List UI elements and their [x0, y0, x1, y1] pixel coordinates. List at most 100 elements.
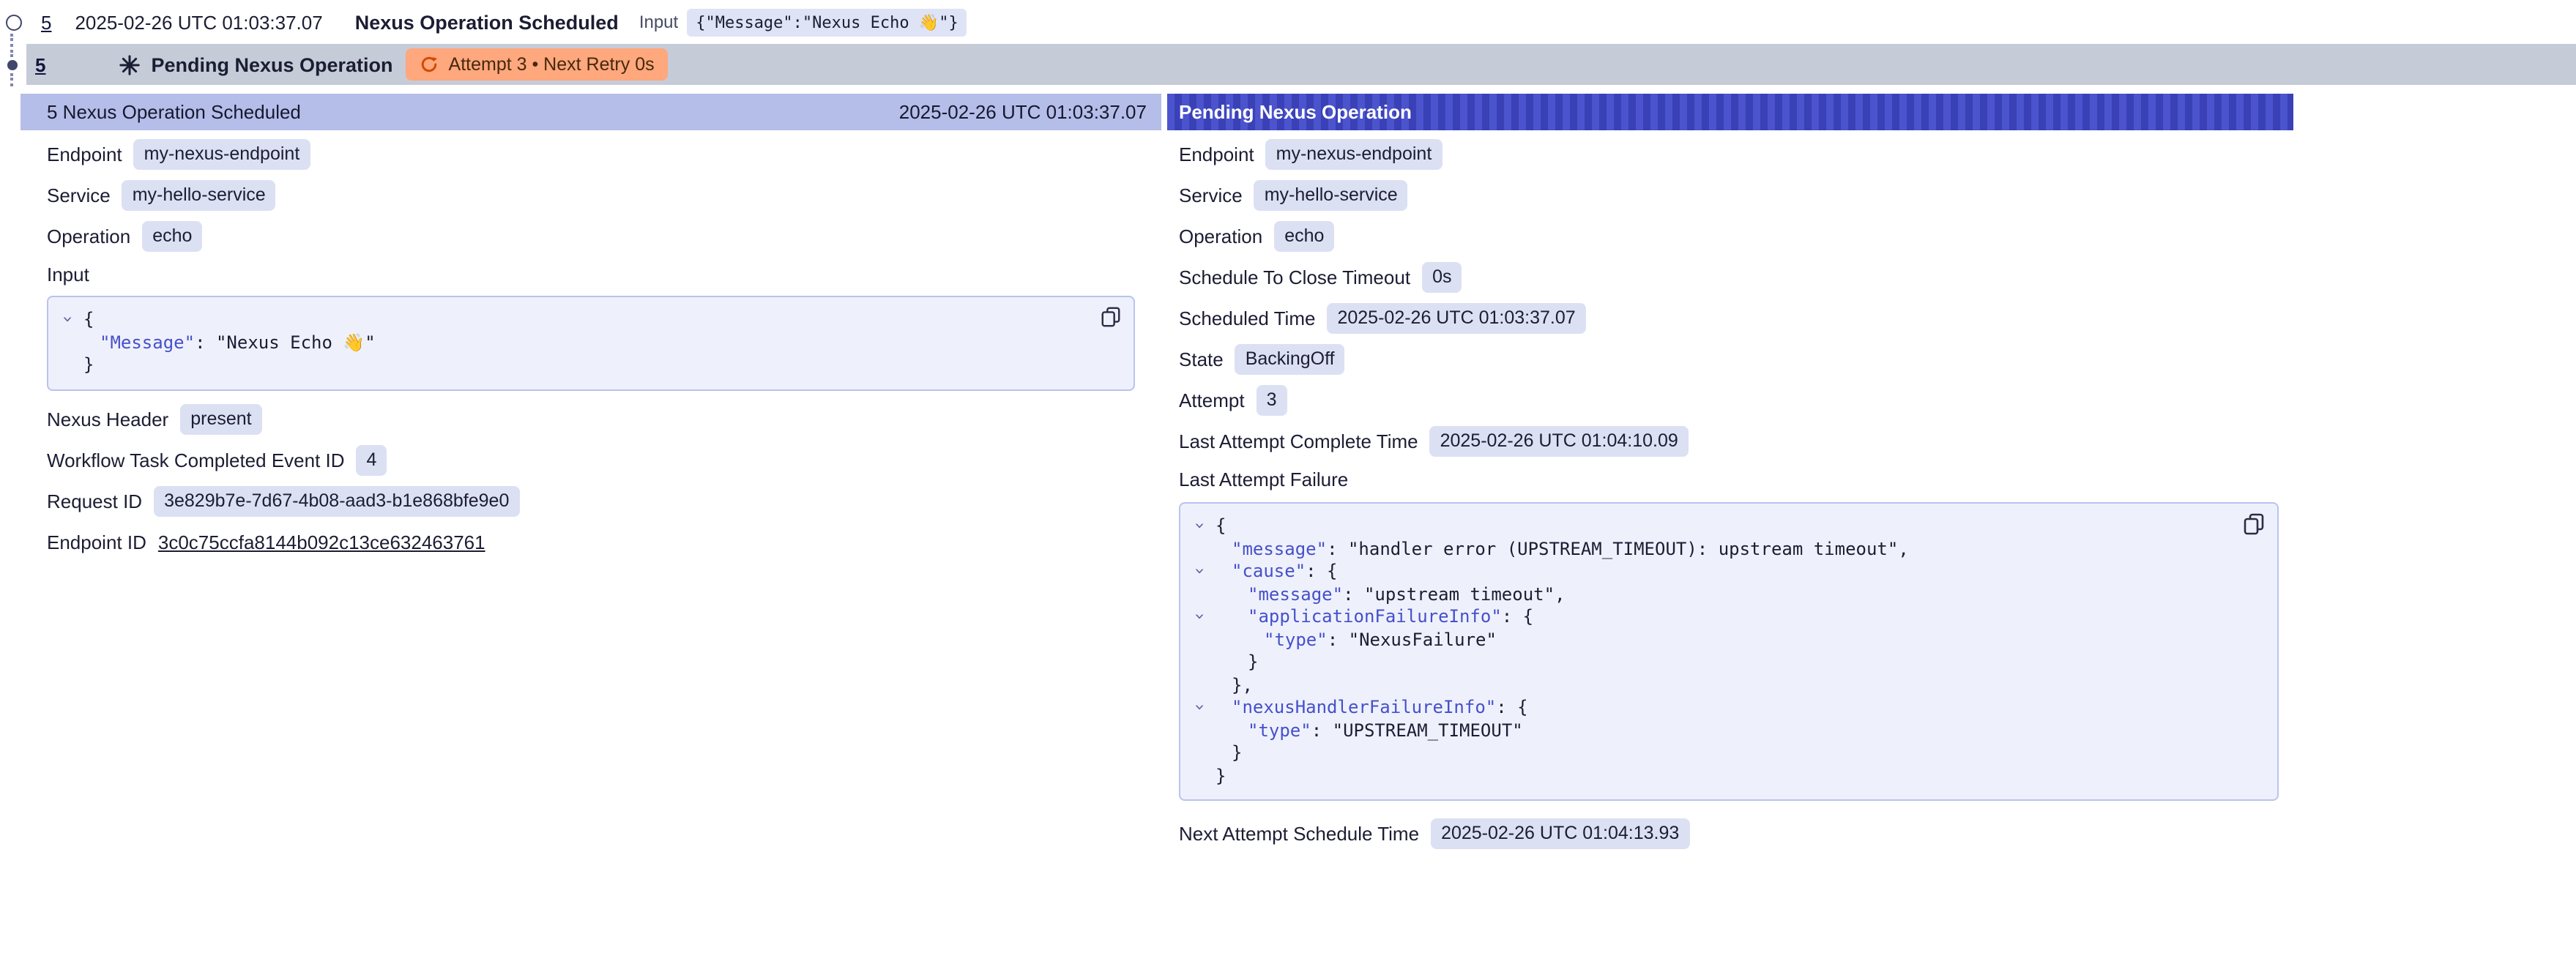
- timeline-current-dot-icon: [7, 60, 18, 70]
- field-row-attempt: Attempt 3: [1179, 379, 2279, 420]
- event-panel-header: 5 Nexus Operation Scheduled 2025-02-26 U…: [21, 94, 1161, 130]
- retry-badge-text: Attempt 3 • Next Retry 0s: [449, 54, 655, 75]
- refresh-icon: [420, 54, 440, 75]
- timeline-connector-line: [10, 73, 13, 86]
- code-line: "message": "upstream timeout",: [1186, 583, 2219, 606]
- pending-asterisk-icon: [119, 53, 141, 75]
- collapse-chevron-icon[interactable]: ›: [60, 314, 78, 324]
- field-value-chip: 2025-02-26 UTC 01:04:13.93: [1431, 818, 1689, 848]
- event-panel-time: 2025-02-26 UTC 01:03:37.07: [899, 101, 1147, 123]
- field-value-chip: 0s: [1422, 261, 1462, 292]
- field-label: Scheduled Time: [1179, 307, 1315, 329]
- code-gutter: [1186, 765, 1216, 788]
- field-label: Attempt: [1179, 389, 1245, 411]
- copy-button[interactable]: [1100, 306, 1122, 328]
- code-line: ›"applicationFailureInfo": {: [1186, 606, 2219, 629]
- field-row-endpoint: Endpoint my-nexus-endpoint: [1179, 133, 2279, 174]
- field-label: State: [1179, 348, 1224, 370]
- field-label: Last Attempt Complete Time: [1179, 430, 1418, 452]
- copy-button[interactable]: [2242, 512, 2266, 536]
- collapse-chevron-icon[interactable]: ›: [1192, 702, 1210, 712]
- code-gutter: [1186, 629, 1216, 651]
- field-label: Service: [1179, 184, 1243, 206]
- failure-json-block: ›{"message": "handler error (UPSTREAM_TI…: [1179, 502, 2279, 801]
- code-line: },: [1186, 674, 2219, 697]
- code-line: "message": "handler error (UPSTREAM_TIME…: [1186, 538, 2219, 561]
- timeline-node-circle-icon: [6, 15, 22, 31]
- event-id-link[interactable]: 5: [41, 11, 51, 33]
- field-value-chip: my-nexus-endpoint: [1266, 138, 1443, 169]
- field-value-chip: 2025-02-26 UTC 01:03:37.07: [1327, 302, 1585, 333]
- code-line: "type": "NexusFailure": [1186, 629, 2219, 651]
- temporal-event-history-view: 5 2025-02-26 UTC 01:03:37.07 Nexus Opera…: [0, 0, 2576, 956]
- retry-badge: Attempt 3 • Next Retry 0s: [406, 48, 668, 81]
- code-gutter: [54, 332, 83, 354]
- code-line: ›"cause": {: [1186, 561, 2219, 583]
- collapse-chevron-icon[interactable]: ›: [1192, 611, 1210, 621]
- code-line: }: [1186, 742, 2219, 765]
- field-row-wft-completed-event-id: Workflow Task Completed Event ID 4: [47, 440, 1135, 481]
- event-panel-title: 5 Nexus Operation Scheduled: [47, 101, 301, 123]
- field-row-state: State BackingOff: [1179, 338, 2279, 379]
- code-line: "Message": "Nexus Echo 👋": [54, 332, 1075, 354]
- code-gutter: [1186, 583, 1216, 606]
- field-value-chip: present: [180, 404, 261, 435]
- field-row-operation: Operation echo: [47, 215, 1135, 256]
- collapse-chevron-icon[interactable]: ›: [1192, 566, 1210, 576]
- field-label: Endpoint: [1179, 143, 1254, 165]
- code-gutter: [1186, 651, 1216, 674]
- field-row-nexus-header: Nexus Header present: [47, 399, 1135, 440]
- copy-icon: [2242, 512, 2266, 536]
- code-gutter: [54, 354, 83, 377]
- code-line: ›{: [54, 309, 1075, 332]
- field-value-chip: echo: [142, 220, 202, 251]
- field-row-endpoint: Endpoint my-nexus-endpoint: [47, 133, 1135, 174]
- event-title: Nexus Operation Scheduled: [355, 11, 619, 33]
- field-value-chip: echo: [1274, 220, 1334, 251]
- field-value-chip: 2025-02-26 UTC 01:04:10.09: [1430, 425, 1689, 456]
- field-value-chip: BackingOff: [1235, 343, 1345, 374]
- pending-operation-row[interactable]: 5 Pending Nexus Operation Attempt 3 • Ne…: [26, 44, 2576, 85]
- pending-panel-body: Endpoint my-nexus-endpoint Service my-he…: [1167, 130, 2293, 854]
- input-section-label: Input: [47, 256, 1135, 291]
- field-row-last-attempt-complete-time: Last Attempt Complete Time 2025-02-26 UT…: [1179, 420, 2279, 461]
- code-gutter: [1186, 674, 1216, 697]
- field-label: Endpoint: [47, 143, 122, 165]
- code-line: }: [54, 354, 1075, 377]
- code-gutter: [1186, 742, 1216, 765]
- failure-section-label: Last Attempt Failure: [1179, 461, 2279, 496]
- event-panel-body: Endpoint my-nexus-endpoint Service my-he…: [21, 130, 1161, 563]
- field-value-chip: 3e829b7e-7d67-4b08-aad3-b1e868bfe9e0: [154, 486, 519, 517]
- input-preview-chip[interactable]: {"Message":"Nexus Echo 👋"}: [687, 8, 967, 36]
- event-id-link[interactable]: 5: [35, 53, 45, 75]
- event-timestamp: 2025-02-26 UTC 01:03:37.07: [75, 11, 322, 33]
- pending-panel-title: Pending Nexus Operation: [1179, 101, 1412, 123]
- history-event-row[interactable]: 5 2025-02-26 UTC 01:03:37.07 Nexus Opera…: [0, 0, 2576, 44]
- field-label: Request ID: [47, 490, 142, 512]
- pending-operation-panel: Pending Nexus Operation Endpoint my-nexu…: [1167, 94, 2293, 854]
- field-row-schedule-to-close-timeout: Schedule To Close Timeout 0s: [1179, 256, 2279, 297]
- code-line: ›"nexusHandlerFailureInfo": {: [1186, 697, 2219, 720]
- field-row-next-attempt-schedule-time: Next Attempt Schedule Time 2025-02-26 UT…: [1179, 813, 2279, 854]
- input-json-block: ›{"Message": "Nexus Echo 👋"}: [47, 296, 1135, 390]
- field-value-chip: my-hello-service: [1254, 179, 1408, 210]
- code-line: }: [1186, 651, 2219, 674]
- field-value-chip: 3: [1257, 384, 1287, 415]
- field-value-chip: 4: [357, 445, 387, 476]
- timeline-connector-line: [10, 34, 13, 57]
- field-row-service: Service my-hello-service: [47, 174, 1135, 215]
- endpoint-id-link[interactable]: 3c0c75ccfa8144b092c13ce632463761: [158, 531, 485, 553]
- field-row-scheduled-time: Scheduled Time 2025-02-26 UTC 01:03:37.0…: [1179, 297, 2279, 338]
- field-value-chip: my-hello-service: [122, 179, 276, 210]
- field-label: Service: [47, 184, 111, 206]
- field-label: Next Attempt Schedule Time: [1179, 822, 1419, 844]
- field-row-request-id: Request ID 3e829b7e-7d67-4b08-aad3-b1e86…: [47, 481, 1135, 522]
- code-gutter: [1186, 720, 1216, 742]
- field-label: Operation: [1179, 225, 1262, 247]
- code-line: }: [1186, 765, 2219, 788]
- field-value-chip: my-nexus-endpoint: [134, 138, 310, 169]
- field-label: Endpoint ID: [47, 531, 146, 553]
- field-label: Workflow Task Completed Event ID: [47, 449, 345, 471]
- code-gutter: [1186, 538, 1216, 561]
- collapse-chevron-icon[interactable]: ›: [1192, 520, 1210, 531]
